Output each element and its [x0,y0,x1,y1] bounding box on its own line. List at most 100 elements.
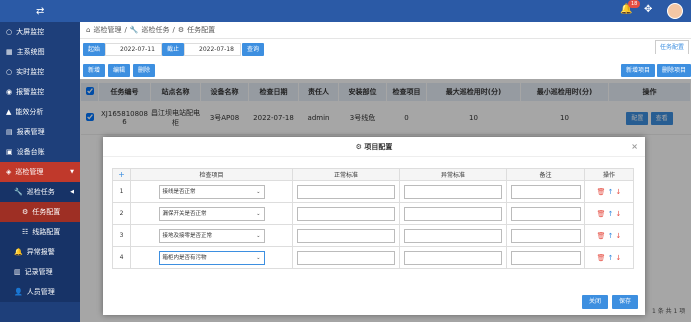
sidebar-item[interactable]: ○ 实时监控 [0,62,80,82]
sidebar-item-label: 报警监控 [16,88,45,96]
circle-icon: ○ [6,68,13,76]
breadcrumb: ⌂ 巡检管理 / 🔧 巡检任务 / ⚙ 任务配置 [80,22,691,39]
grid-icon: ▦ [6,48,13,56]
sidebar-item-label: 巡检管理 [15,168,44,176]
sidebar-item[interactable]: ◈ 巡检管理 ▼ [0,162,80,182]
sidebar-item-label: 任务配置 [32,208,61,216]
table-row: 3 接地及接零是否正常 ⌄ 🗑 ↑ ↓ [112,224,634,247]
arrow-up-icon[interactable]: ↑ [608,188,614,196]
row-number: 2 [112,202,131,225]
normal-standard-input[interactable] [297,206,395,221]
abnormal-standard-input[interactable] [404,184,502,199]
delete-icon[interactable]: 🗑 [597,210,606,218]
sidebar-item[interactable]: ▤ 报表管理 [0,122,80,142]
close-icon[interactable]: × [631,137,638,157]
delete-icon[interactable]: 🗑 [597,188,606,196]
add-item-button[interactable]: 新增项目 [621,64,656,77]
sidebar-item-label: 报表管理 [16,128,45,136]
delete-item-button[interactable]: 删除项目 [657,64,691,77]
end-date-input[interactable]: 2022-07-18 [184,42,242,56]
delete-button[interactable]: 删除 [133,64,156,77]
sidebar-item[interactable]: 👤 人员管理 [0,282,80,302]
row-number: 3 [112,224,131,247]
item-select[interactable]: 接地及接零是否正常 ⌄ [158,228,265,243]
col-header: 异常标准 [399,168,507,181]
sidebar-item-label: 巡检任务 [26,188,55,196]
item-select-value: 漏保开关是否正常 [162,210,207,217]
sidebar-item-label: 设备台账 [16,148,45,156]
sidebar-item-label: 线路配置 [32,228,61,236]
chevron-icon: ▼ [70,169,74,175]
add-row-icon[interactable]: + [112,168,131,181]
abnormal-standard-input[interactable] [404,228,502,243]
settings-icon: ⚙ [355,143,362,151]
tab-task-config[interactable]: 任务配置 [655,40,690,54]
remark-input[interactable] [510,250,581,265]
abnormal-standard-input[interactable] [404,250,502,265]
edit-button[interactable]: 编辑 [108,64,131,77]
sidebar-item-label: 主系统图 [16,48,45,56]
inspect-icon: ◈ [6,168,12,176]
remark-input[interactable] [510,206,581,221]
sidebar-item[interactable]: ▥ 记录管理 [0,262,80,282]
remark-input[interactable] [510,184,581,199]
arrow-up-icon[interactable]: ↑ [608,232,614,240]
bell-icon: 🔔 [14,248,23,256]
sidebar-item-label: 异常报警 [26,248,55,256]
abnormal-standard-input[interactable] [404,206,502,221]
chevron-icon: ◀ [70,189,74,195]
row-number: 4 [112,246,131,269]
breadcrumb-item[interactable]: 巡检任务 [142,25,170,35]
arrow-up-icon[interactable]: ↑ [608,210,614,218]
top-bar: ⇄ 🔔 18 ✥ [0,0,691,22]
fullscreen-icon[interactable]: ✥ [644,4,652,15]
query-button[interactable]: 查询 [242,42,265,56]
add-button[interactable]: 新增 [83,64,106,77]
arrow-up-icon[interactable]: ↑ [608,254,614,262]
sidebar-item[interactable]: ▣ 设备台账 [0,142,80,162]
sidebar-item[interactable]: 🔧 巡检任务 ◀ [0,182,80,202]
sidebar-item[interactable]: ⚙ 任务配置 [0,202,80,222]
route-icon: ☷ [22,228,29,236]
arrow-down-icon[interactable]: ↓ [615,232,621,240]
start-date-input[interactable]: 2022-07-11 [105,42,163,56]
close-button[interactable]: 关闭 [581,295,608,309]
delete-icon[interactable]: 🗑 [597,232,606,240]
chevron-down-icon: ⌄ [256,210,261,217]
sidebar-item[interactable]: ▲ 能效分析 [0,102,80,122]
alarm-icon: ◉ [6,88,13,96]
arrow-down-icon[interactable]: ↓ [615,210,621,218]
normal-standard-input[interactable] [297,184,395,199]
sidebar-item-label: 记录管理 [24,268,53,276]
toolbar: 新增 编辑 删除 新增项目 删除项目 [80,64,691,79]
item-select-value: 接地及接零是否正常 [162,232,213,239]
sidebar-item[interactable]: 🔔 异常报警 [0,242,80,262]
delete-icon[interactable]: 🗑 [597,254,606,262]
arrow-down-icon[interactable]: ↓ [615,188,621,196]
item-config-modal: ⚙ 项目配置 × + 检查项目 正常标准 异常标准 备注 操作 1 接线是否正常 ⌄… [103,137,645,315]
config-icon: ⚙ [177,26,185,34]
item-select[interactable]: 箱柜内是否有污物 ⌄ [158,250,265,265]
chevron-down-icon: ⌄ [256,232,261,239]
wrench-icon: 🔧 [14,188,23,196]
normal-standard-input[interactable] [297,250,395,265]
normal-standard-input[interactable] [297,228,395,243]
item-select[interactable]: 漏保开关是否正常 ⌄ [158,206,265,221]
arrow-down-icon[interactable]: ↓ [615,254,621,262]
remark-input[interactable] [510,228,581,243]
sidebar-item[interactable]: ▦ 主系统图 [0,42,80,62]
table-row: 4 箱柜内是否有污物 ⌄ 🗑 ↑ ↓ [112,246,634,269]
breadcrumb-item[interactable]: 巡检管理 [93,25,121,35]
breadcrumb-item: 任务配置 [187,26,216,34]
avatar[interactable] [667,3,683,19]
sidebar-item[interactable]: ☷ 线路配置 [0,222,80,242]
item-select[interactable]: 接线是否正常 ⌄ [158,184,265,199]
sidebar-item[interactable]: ○ 大屏监控 [0,22,80,42]
record-icon: ▥ [14,268,21,276]
col-header: 正常标准 [292,168,400,181]
sidebar-item[interactable]: ◉ 报警监控 [0,82,80,102]
chevron-down-icon: ⌄ [256,188,261,195]
chevron-down-icon: ⌄ [256,254,261,261]
save-button[interactable]: 保存 [611,295,638,309]
menu-toggle-icon[interactable]: ⇄ [36,6,44,17]
